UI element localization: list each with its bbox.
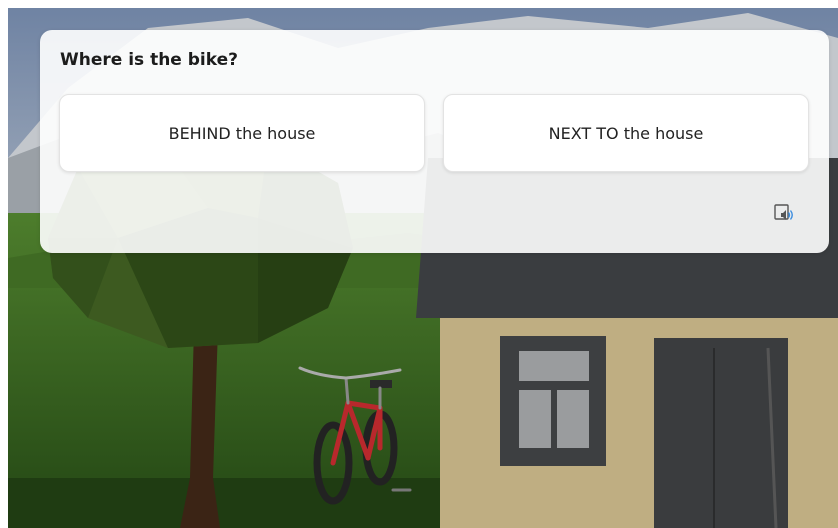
- speaker-icon-graphic: [774, 204, 793, 220]
- quiz-panel: Where is the bike? BEHIND the house NEXT…: [40, 30, 829, 253]
- answer-button-next-to[interactable]: NEXT TO the house: [443, 94, 809, 172]
- speaker-icon[interactable]: [773, 202, 797, 226]
- answer-button-behind[interactable]: BEHIND the house: [59, 94, 425, 172]
- house-window-pane-top: [519, 351, 589, 381]
- house-window-pane-left: [519, 390, 551, 448]
- question-text: Where is the bike?: [60, 50, 238, 70]
- house-window-pane-right: [557, 390, 589, 448]
